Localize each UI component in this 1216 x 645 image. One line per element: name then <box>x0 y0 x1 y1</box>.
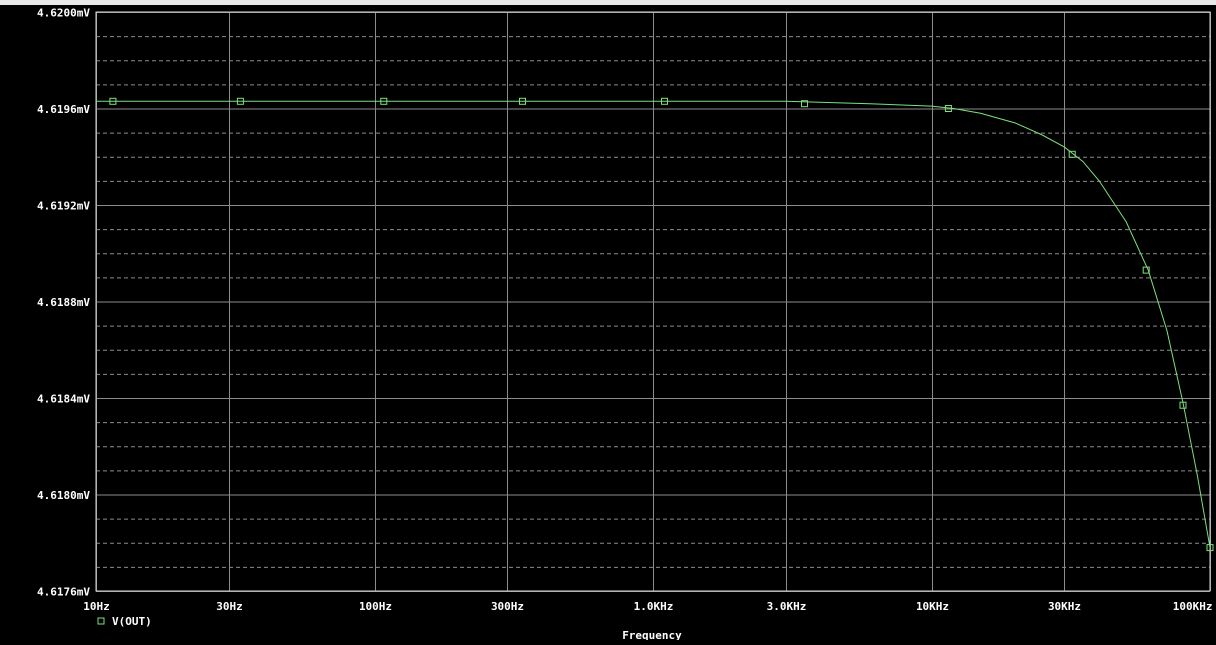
legend: V(OUT) <box>97 615 152 628</box>
x-tick-label: 100Hz <box>359 600 392 613</box>
y-tick-label: 4.6196mV <box>37 103 90 116</box>
x-tick-label: 30Hz <box>216 600 243 613</box>
x-tick-label: 3.0KHz <box>767 600 807 613</box>
y-tick-label: 4.6200mV <box>37 7 90 20</box>
frequency-response-chart: 4.6200mV 4.6196mV 4.6192mV 4.6188mV 4.6184mV… <box>0 0 1216 642</box>
major-grid <box>96 12 1211 592</box>
x-tick-label: 10KHz <box>916 600 949 613</box>
y-tick-label: 4.6176mV <box>37 586 90 599</box>
x-tick-labels: 10Hz 30Hz 100Hz 300Hz 1.0KHz 3.0KHz 10KHz 30KHz… <box>83 600 1212 613</box>
x-tick-label: 1.0KHz <box>634 600 674 613</box>
x-axis-title: Frequency <box>622 629 682 640</box>
y-tick-label: 4.6188mV <box>37 296 90 309</box>
x-tick-label: 300Hz <box>491 600 524 613</box>
probe-plot-window: 4.6200mV 4.6196mV 4.6192mV 4.6188mV 4.6184mV… <box>0 0 1216 642</box>
x-tick-label: 10Hz <box>83 600 110 613</box>
top-bar <box>0 0 1216 5</box>
x-tick-label: 100KHz <box>1173 600 1213 613</box>
y-tick-labels: 4.6200mV 4.6196mV 4.6192mV 4.6188mV 4.6184mV… <box>37 7 90 599</box>
legend-label-v-out: V(OUT) <box>112 615 152 628</box>
y-tick-label: 4.6184mV <box>37 393 90 406</box>
y-tick-label: 4.6192mV <box>37 200 90 213</box>
x-tick-label: 30KHz <box>1048 600 1081 613</box>
y-tick-label: 4.6180mV <box>37 489 90 502</box>
trace-markers <box>109 97 1214 552</box>
legend-marker-v-out <box>97 617 105 625</box>
